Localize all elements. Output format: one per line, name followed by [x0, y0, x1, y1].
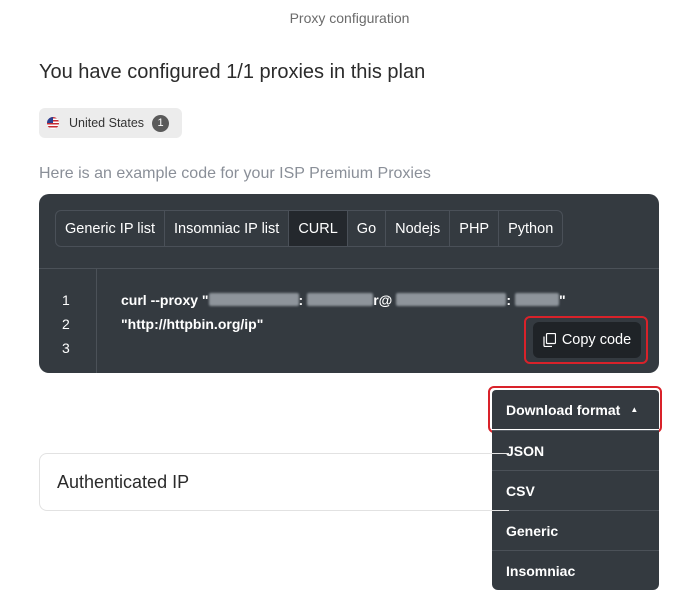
code-separator: :: [298, 292, 304, 308]
example-code-title: Here is an example code for your ISP Pre…: [39, 165, 431, 182]
download-option-csv[interactable]: CSV: [492, 470, 659, 510]
line-number: 3: [62, 340, 70, 356]
country-chip[interactable]: United States 1: [39, 108, 182, 138]
code-block[interactable]: curl --proxy ": r@: " "http://httpbin.org/…: [121, 288, 566, 336]
tab-insomniac-ip-list[interactable]: Insomniac IP list: [165, 211, 290, 246]
tab-curl[interactable]: CURL: [289, 211, 348, 246]
tab-nodejs[interactable]: Nodejs: [386, 211, 451, 246]
copy-code-button[interactable]: Copy code: [533, 322, 641, 358]
redacted-port: [515, 293, 559, 306]
code-divider: [39, 268, 659, 269]
code-line-1: curl --proxy ": r@: ": [121, 288, 566, 312]
redacted-password: [307, 293, 374, 306]
authenticated-ip-title: Authenticated IP: [57, 471, 190, 492]
authenticated-ip-card[interactable]: Authenticated IP: [39, 453, 509, 511]
tab-go[interactable]: Go: [348, 211, 387, 246]
download-format-label: Download format: [506, 401, 621, 418]
code-separator: :: [506, 292, 511, 308]
language-tabs: Generic IP list Insomniac IP list CURL G…: [55, 210, 564, 247]
redacted-host: [396, 293, 507, 306]
caret-up-icon: ▲: [630, 405, 639, 414]
line-number: 2: [62, 316, 70, 332]
download-option-generic[interactable]: Generic: [492, 510, 659, 550]
tab-generic-ip-list[interactable]: Generic IP list: [56, 211, 165, 246]
country-count-badge: 1: [152, 114, 170, 132]
tab-python[interactable]: Python: [499, 211, 562, 246]
download-format-button[interactable]: Download format ▲: [492, 390, 659, 429]
line-numbers: 1 2 3: [62, 288, 70, 360]
us-flag-icon: [47, 117, 59, 129]
copy-code-label: Copy code: [561, 332, 632, 348]
country-label: United States: [69, 116, 145, 130]
gutter-divider: [96, 269, 97, 373]
plan-title: You have configured 1/1 proxies in this …: [39, 61, 426, 83]
copy-icon: [543, 333, 556, 347]
download-option-json[interactable]: JSON: [492, 430, 659, 470]
code-line-2: "http://httpbin.org/ip": [121, 316, 264, 332]
download-option-insomniac[interactable]: Insomniac: [492, 550, 659, 590]
tab-php[interactable]: PHP: [450, 211, 500, 246]
code-at: r@: [373, 292, 393, 308]
line-number: 1: [62, 292, 70, 308]
code-suffix: ": [559, 292, 566, 308]
redacted-username: [208, 293, 299, 306]
download-format-menu: JSON CSV Generic Insomniac: [492, 430, 659, 590]
page-header: Proxy configuration: [289, 10, 410, 26]
code-prefix: curl --proxy ": [121, 292, 209, 308]
